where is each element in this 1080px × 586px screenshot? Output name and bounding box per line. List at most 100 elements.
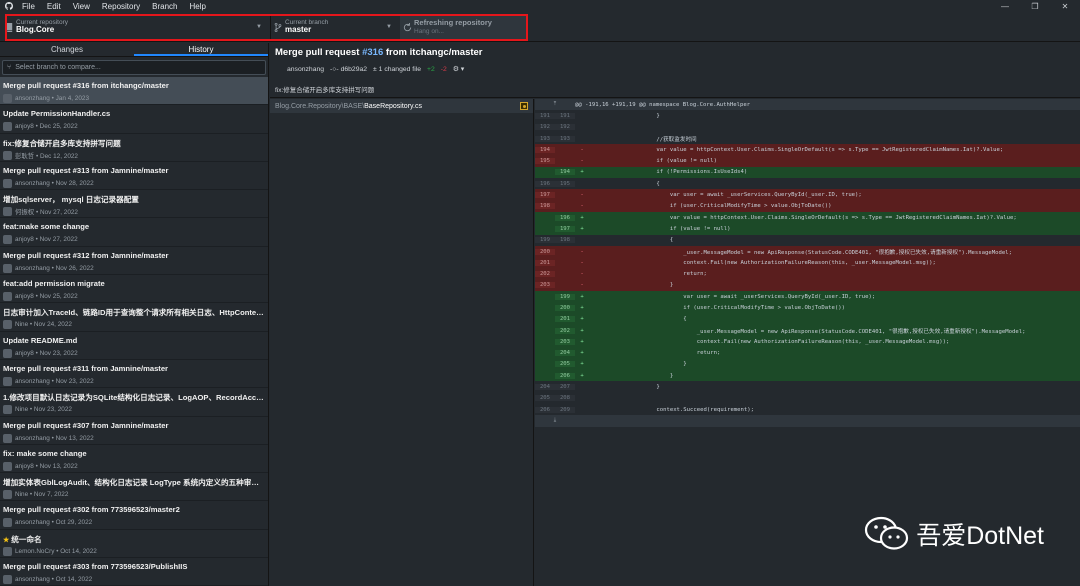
commit-list-item[interactable]: ★ 统一命名 Lemon.NoCry • Oct 14, 2022: [0, 530, 268, 559]
gear-icon[interactable]: ⚙ ▾: [453, 65, 464, 73]
commit-list-item[interactable]: Merge pull request #303 from 773596523/P…: [0, 558, 268, 586]
old-line-number: 200: [535, 248, 555, 255]
diff-line-deleted[interactable]: 194 - var value = httpContext.User.Claims…: [535, 144, 1080, 156]
menu-help[interactable]: Help: [184, 2, 212, 11]
avatar: [3, 461, 12, 471]
commit-item-title: Merge pull request #313 from Jamnine/mas…: [3, 166, 265, 177]
commit-list-item[interactable]: Merge pull request #312 from Jamnine/mas…: [0, 247, 268, 276]
menu-edit[interactable]: Edit: [41, 2, 67, 11]
new-line-number: 207: [555, 384, 575, 391]
diff-line-context[interactable]: 204 207 }: [535, 381, 1080, 392]
commit-item-meta-text: ansonzhang • Nov 26, 2022: [15, 264, 94, 272]
commit-list: Merge pull request #316 from itchangc/ma…: [0, 77, 268, 586]
diff-line-context[interactable]: 193 193 //获取监发时间: [535, 133, 1080, 144]
tab-history[interactable]: History: [134, 43, 268, 56]
commit-list-item[interactable]: Merge pull request #313 from Jamnine/mas…: [0, 162, 268, 191]
diff-line-deleted[interactable]: 202 - return;: [535, 268, 1080, 280]
menu-file[interactable]: File: [16, 2, 41, 11]
commit-list-item[interactable]: Merge pull request #316 from itchangc/ma…: [0, 77, 268, 106]
avatar: [3, 575, 12, 585]
commit-list-item[interactable]: Update PermissionHandler.cs anjoy8 • Dec …: [0, 105, 268, 134]
new-line-number: 201: [555, 316, 575, 323]
current-repository-button[interactable]: Current repository Blog.Core ▼: [2, 14, 268, 40]
file-path: Blog.Core.Repository\BASE\: [275, 102, 365, 110]
fetch-origin-button[interactable]: Refreshing repository Hang on...: [400, 14, 526, 40]
diff-code: _user.MessageModel = new ApiResponse(Sta…: [589, 328, 1026, 335]
diff-line-added[interactable]: 202 + _user.MessageModel = new ApiRespons…: [535, 324, 1080, 337]
diff-code: var value = httpContext.User.Claims.Sing…: [589, 146, 1004, 153]
commit-list-item[interactable]: feat:add permission migrate anjoy8 • Nov …: [0, 275, 268, 304]
diff-code: if (user.CriticalModifyTime > value.ObjT…: [589, 203, 832, 210]
diff-line-added[interactable]: 197 + if (value != null): [535, 223, 1080, 235]
commit-list-item[interactable]: 日志审计加入TraceId、链路ID用于查询整个请求所有相关日志、HttpCon…: [0, 303, 268, 332]
diff-sign: +: [580, 338, 584, 345]
commit-description: fix:修复合储开启多库支持拼写问题: [275, 87, 375, 94]
menu-repository[interactable]: Repository: [96, 2, 146, 11]
diff-line-deleted[interactable]: 201 - context.Fail(new AuthorizationFailu…: [535, 257, 1080, 269]
sidebar-tabs: Changes History: [0, 43, 268, 57]
commit-item-title: Merge pull request #307 from Jamnine/mas…: [3, 421, 265, 432]
new-line-number: 206: [555, 372, 575, 379]
new-line-number: 191: [555, 112, 575, 119]
diff-code: if (!Permissions.IsUseIds4): [589, 169, 748, 176]
repo-icon: [2, 22, 16, 32]
minimize-icon[interactable]: —: [990, 0, 1020, 12]
new-line-number: 193: [555, 135, 575, 142]
diff-line-context[interactable]: 205 208: [535, 393, 1080, 404]
diff-line-added[interactable]: 199 + var user = await _userServices.Quer…: [535, 291, 1080, 303]
diff-code: if (user.CriticalModifyTime > value.ObjT…: [589, 304, 845, 311]
diff-line-added[interactable]: 201 + {: [535, 313, 1080, 325]
pr-link[interactable]: #316: [362, 47, 383, 58]
file-row[interactable]: Blog.Core.Repository\BASE\ BaseRepository…: [270, 99, 533, 113]
main-panel: Merge pull request #316 from itchangc/ma…: [270, 43, 1080, 586]
diff-line-context[interactable]: 196 195 {: [535, 178, 1080, 189]
commit-item-meta-text: Nine • Nov 23, 2022: [15, 406, 72, 414]
commit-item-meta: anjoy8 • Nov 23, 2022: [3, 348, 265, 358]
expand-up-icon[interactable]: ⤒: [535, 101, 575, 108]
new-line-number: 200: [555, 304, 575, 311]
diff-line-deleted[interactable]: 203 - }: [535, 279, 1080, 292]
diff-code: }: [589, 372, 674, 379]
branch-compare-input[interactable]: ⑂ Select branch to compare...: [2, 60, 266, 75]
diff-line-context[interactable]: 192 192: [535, 122, 1080, 133]
commit-list-item[interactable]: Update README.md anjoy8 • Nov 23, 2022: [0, 332, 268, 360]
diff-line-deleted[interactable]: 198 - if (user.CriticalModifyTime > value…: [535, 200, 1080, 212]
diff-line-added[interactable]: 204 + return;: [535, 347, 1080, 359]
commit-item-title-text: 日志审计加入TraceId、链路ID用于查询整个请求所有相关日志、HttpCon…: [3, 308, 265, 318]
commit-list-item[interactable]: fix: make some change anjoy8 • Nov 13, 20…: [0, 445, 268, 474]
commit-sha[interactable]: -○- d6b29a2: [330, 66, 367, 73]
commit-list-item[interactable]: 增加实体表GblLogAudit、结构化日志记录 LogType 系统内定义的五…: [0, 473, 268, 502]
commit-list-item[interactable]: feat:make some change anjoy8 • Nov 27, 20…: [0, 218, 268, 247]
commit-list-item[interactable]: Merge pull request #311 from Jamnine/mas…: [0, 360, 268, 389]
menu-view[interactable]: View: [67, 2, 96, 11]
diff-line-deleted[interactable]: 197 - var user = await _userServices.Quer…: [535, 189, 1080, 201]
diff-line-added[interactable]: 194 + if (!Permissions.IsUseIds4): [535, 166, 1080, 179]
diff-line-added[interactable]: 203 + context.Fail(new AuthorizationFailu…: [535, 336, 1080, 348]
commit-list-item[interactable]: Merge pull request #302 from 773596523/m…: [0, 501, 268, 530]
commit-item-title-text: Merge pull request #311 from Jamnine/mas…: [3, 363, 169, 373]
diff-line-added[interactable]: 196 + var value = httpContext.User.Claims…: [535, 211, 1080, 224]
commit-list-item[interactable]: Merge pull request #307 from Jamnine/mas…: [0, 417, 268, 445]
diff-line-context[interactable]: 206 209 context.Succeed(requirement);: [535, 404, 1080, 415]
tab-changes[interactable]: Changes: [0, 43, 134, 56]
current-branch-button[interactable]: Current branch master ▼: [270, 14, 398, 40]
maximize-icon[interactable]: ❐: [1020, 0, 1050, 12]
diff-line-added[interactable]: 205 + }: [535, 358, 1080, 371]
commit-list-item[interactable]: fix:修复合储开启多库支持拼写问题 彭耿哲 • Dec 12, 2022: [0, 134, 268, 162]
diff-sign: +: [580, 361, 584, 368]
commit-list-item[interactable]: 1.修改项目默认日志记录为SQLite结构化日志记录、LogAOP、Record…: [0, 388, 268, 417]
diff-sign: +: [580, 304, 584, 311]
diff-line-deleted[interactable]: 195 - if (value != null): [535, 155, 1080, 167]
close-icon[interactable]: ✕: [1050, 0, 1080, 12]
diff-line-deleted[interactable]: 200 - _user.MessageModel = new ApiRespons…: [535, 245, 1080, 258]
diff-sign: -: [580, 192, 584, 199]
diff-line-added[interactable]: 206 + }: [535, 370, 1080, 382]
file-name: BaseRepository.cs: [364, 102, 422, 110]
commit-list-item[interactable]: 增加sqlserver， mysql 日志记录器配置 何振权 • Nov 27, …: [0, 190, 268, 219]
commit-item-title-text: Merge pull request #316 from itchangc/ma…: [3, 81, 169, 90]
menu-branch[interactable]: Branch: [146, 2, 183, 11]
diff-line-context[interactable]: 191 191 }: [535, 110, 1080, 121]
diff-line-context[interactable]: 199 198 {: [535, 235, 1080, 246]
diff-line-added[interactable]: 200 + if (user.CriticalModifyTime > value…: [535, 302, 1080, 314]
expand-down-icon[interactable]: ⤓: [535, 417, 575, 424]
